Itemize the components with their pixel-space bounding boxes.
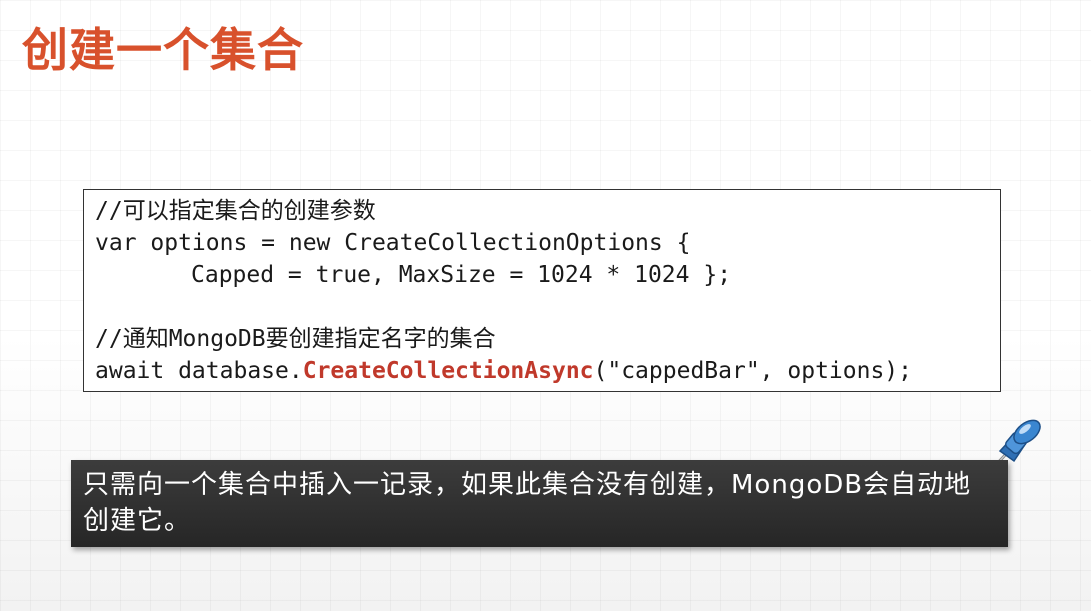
code-block: //可以指定集合的创建参数 var options = new CreateCo… bbox=[83, 189, 1001, 392]
note-callout: 只需向一个集合中插入一记录，如果此集合没有创建，MongoDB会自动地创建它。 bbox=[71, 460, 1008, 547]
slide-title: 创建一个集合 bbox=[22, 23, 304, 77]
code-line-create-call: await database.CreateCollectionAsync("ca… bbox=[95, 355, 990, 387]
note-text: 只需向一个集合中插入一记录，如果此集合没有创建，MongoDB会自动地创建它。 bbox=[83, 470, 972, 536]
code-line-options-values: Capped = true, MaxSize = 1024 * 1024 }; bbox=[191, 262, 732, 288]
code-call-arguments: ("cappedBar", options); bbox=[593, 358, 913, 384]
code-line-options-declaration: var options = new CreateCollectionOption… bbox=[95, 230, 691, 256]
code-comment-create: //通知MongoDB要创建指定名字的集合 bbox=[95, 326, 496, 352]
code-comment-options: //可以指定集合的创建参数 bbox=[95, 198, 376, 224]
code-method-name: CreateCollectionAsync bbox=[302, 358, 594, 384]
code-await-prefix: await database. bbox=[95, 358, 303, 384]
